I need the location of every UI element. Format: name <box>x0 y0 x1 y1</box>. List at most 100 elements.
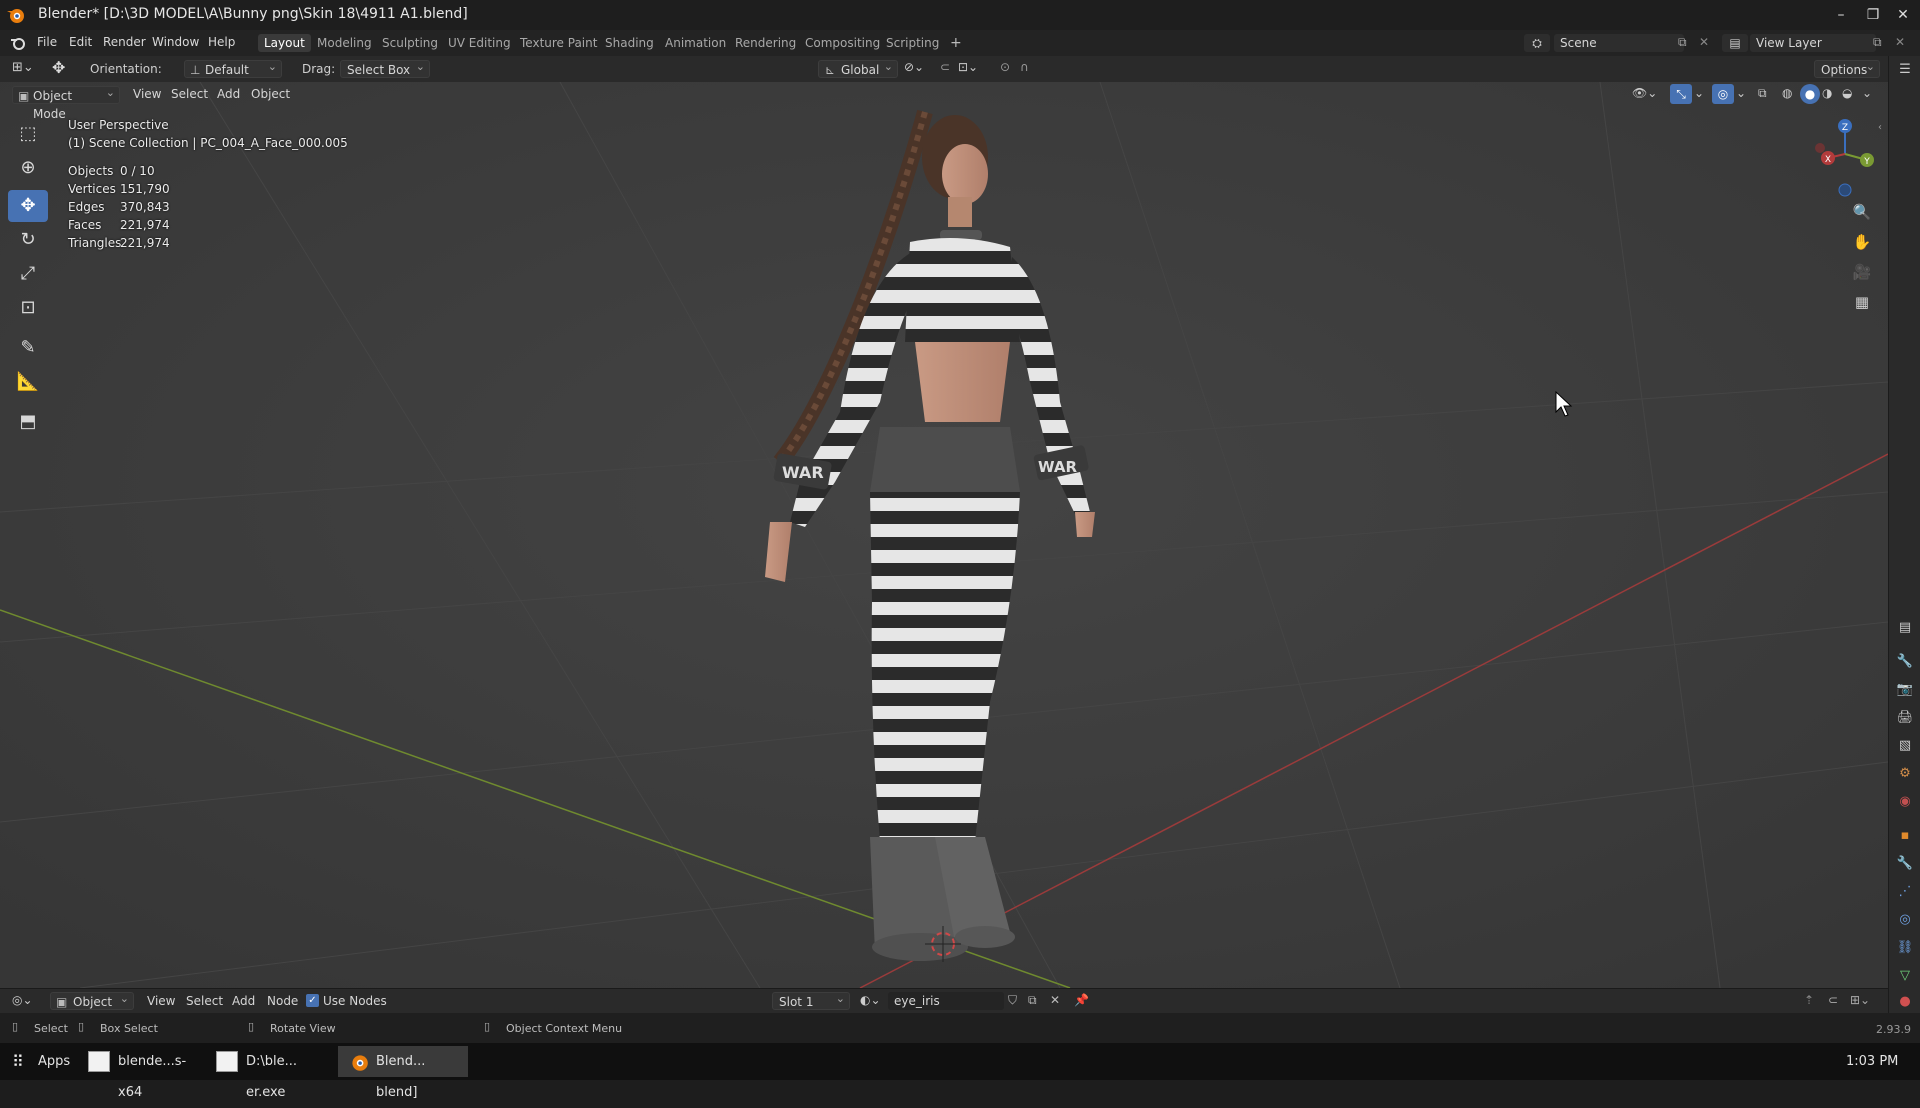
menu-edit[interactable]: Edit <box>69 35 92 49</box>
apps-grid-icon[interactable]: ⠿ <box>12 1052 24 1071</box>
delete-view-layer-icon[interactable]: ✕ <box>1895 35 1905 49</box>
editor-menu-add[interactable]: Add <box>232 994 255 1008</box>
tab-scripting[interactable]: Scripting <box>880 34 945 52</box>
pivot-point-icon[interactable]: ⊘⌄ <box>904 60 924 74</box>
editor-menu-node[interactable]: Node <box>267 994 298 1008</box>
unlink-material-icon[interactable]: ✕ <box>1050 993 1060 1007</box>
pan-hand-icon[interactable]: ✋ <box>1848 228 1876 256</box>
gizmo-dropdown-icon[interactable]: ⌄ <box>1694 86 1704 100</box>
sidebar-toggle-icon[interactable]: ‹ <box>1878 122 1882 133</box>
transform-orientation-dropdown[interactable]: ⊾ Global <box>818 58 898 78</box>
tab-layout[interactable]: Layout <box>258 34 311 52</box>
tab-modeling[interactable]: Modeling <box>311 34 378 52</box>
editor-menu-select[interactable]: Select <box>186 994 223 1008</box>
apps-label[interactable]: Apps <box>38 1054 70 1069</box>
add-workspace-button[interactable]: + <box>944 34 968 52</box>
material-preview-icon[interactable]: ◑ <box>1822 86 1832 100</box>
taskbar-item[interactable]: blende...s-x64 <box>80 1046 208 1100</box>
blender-menu-icon[interactable] <box>10 35 26 51</box>
snap-icon[interactable]: ⊂ <box>940 60 950 74</box>
snap-target-icon[interactable]: ⊡⌄ <box>958 60 978 74</box>
cursor-tool-icon[interactable]: ⊕ <box>8 152 48 184</box>
taskbar-item[interactable]: D:\ble... er.exe <box>208 1046 338 1100</box>
move-tool-button-icon[interactable]: ✥ <box>8 190 48 222</box>
material-name-field[interactable]: eye_iris <box>888 992 1004 1010</box>
pin-icon[interactable]: 📌 <box>1074 993 1089 1007</box>
overlay-toggle-icon[interactable]: ◎ <box>1712 84 1734 104</box>
navigation-gizmo[interactable]: Z Y X <box>1800 112 1876 202</box>
editor-type-icon[interactable]: ⊞⌄ <box>12 60 40 78</box>
wireframe-shading-icon[interactable]: ◍ <box>1782 86 1792 100</box>
parent-node-tree-icon[interactable]: ⇡ <box>1804 993 1814 1007</box>
delete-scene-icon[interactable]: ✕ <box>1699 35 1709 49</box>
orientation-dropdown[interactable]: ⊥ Default <box>184 58 282 78</box>
view-layer-properties-icon[interactable]: ▧ <box>1895 736 1915 756</box>
rotate-tool-icon[interactable]: ↻ <box>8 224 48 256</box>
scale-tool-icon[interactable]: ⤢ <box>8 258 48 290</box>
world-properties-icon[interactable]: ◉ <box>1895 792 1915 812</box>
transform-tool-icon[interactable]: ⊡ <box>8 292 48 324</box>
viewport-menu-object[interactable]: Object <box>251 87 290 101</box>
tool-properties-icon[interactable]: 🔧 <box>1895 652 1915 672</box>
camera-view-icon[interactable]: 🎥 <box>1848 258 1876 286</box>
view-layer-field[interactable]: View Layer <box>1750 34 1876 52</box>
rendered-shading-icon[interactable]: ◒ <box>1842 86 1852 100</box>
viewport-menu-view[interactable]: View <box>133 87 161 101</box>
material-properties-icon[interactable]: ● <box>1895 992 1915 1012</box>
annotate-tool-icon[interactable]: ✎ <box>8 332 48 364</box>
viewport-menu-select[interactable]: Select <box>171 87 208 101</box>
tab-uv-editing[interactable]: UV Editing <box>442 34 517 52</box>
menu-file[interactable]: File <box>37 35 57 49</box>
drag-dropdown[interactable]: Select Box <box>340 58 430 78</box>
tab-sculpting[interactable]: Sculpting <box>376 34 444 52</box>
view-layer-selector-icon[interactable]: ▤ <box>1722 34 1748 52</box>
properties-editor-icon[interactable]: ▤ <box>1895 618 1915 638</box>
menu-help[interactable]: Help <box>208 35 235 49</box>
object-properties-icon[interactable]: ▪ <box>1895 826 1915 846</box>
node-snap-target-icon[interactable]: ⊞⌄ <box>1850 993 1870 1007</box>
object-mode-dropdown[interactable]: ▣ Object Mode <box>12 84 120 121</box>
tab-shading[interactable]: Shading <box>599 34 660 52</box>
node-editor-type-icon[interactable]: ◎⌄ <box>12 993 33 1007</box>
use-nodes-checkbox[interactable]: ✓ <box>306 994 319 1007</box>
material-slot-dropdown[interactable]: Slot 1 <box>772 990 850 1010</box>
scene-selector-icon[interactable]: ⛭ <box>1524 34 1550 52</box>
close-button[interactable]: ✕ <box>1888 4 1918 26</box>
falloff-icon[interactable]: ∩ <box>1020 60 1029 74</box>
menu-window[interactable]: Window <box>152 35 199 49</box>
taskbar-item-active[interactable]: Blend... blend] <box>338 1046 468 1100</box>
minimize-button[interactable]: – <box>1826 4 1856 26</box>
object-data-properties-icon[interactable]: ▽ <box>1895 966 1915 986</box>
zoom-icon[interactable]: 🔍 <box>1848 198 1876 226</box>
shader-type-dropdown[interactable]: ▣ Object <box>50 990 134 1010</box>
select-box-tool-icon[interactable]: ⬚ <box>8 118 48 150</box>
proportional-edit-icon[interactable]: ⊙ <box>1000 60 1010 74</box>
duplicate-material-icon[interactable]: ⧉ <box>1028 993 1037 1008</box>
gizmo-toggle-icon[interactable]: ⤡ <box>1670 84 1692 104</box>
solid-shading-icon[interactable]: ● <box>1800 84 1820 104</box>
material-browse-icon[interactable]: ◐⌄ <box>860 993 881 1007</box>
tab-texture-paint[interactable]: Texture Paint <box>514 34 603 52</box>
maximize-button[interactable]: ❐ <box>1858 4 1888 26</box>
output-properties-icon[interactable]: 🖨 <box>1895 708 1915 728</box>
orthographic-grid-icon[interactable]: ▦ <box>1848 288 1876 316</box>
node-snap-icon[interactable]: ⊂ <box>1828 993 1838 1007</box>
render-properties-icon[interactable]: 📷 <box>1895 680 1915 700</box>
outliner-toggle-icon[interactable]: ☰ <box>1895 60 1915 80</box>
tab-animation[interactable]: Animation <box>659 34 732 52</box>
add-cube-tool-icon[interactable]: ⬒ <box>8 406 48 438</box>
overlay-dropdown-icon[interactable]: ⌄ <box>1736 86 1746 100</box>
constraints-properties-icon[interactable]: ⛓ <box>1895 938 1915 958</box>
new-view-layer-icon[interactable]: ⧉ <box>1873 35 1882 50</box>
editor-menu-view[interactable]: View <box>147 994 175 1008</box>
menu-render[interactable]: Render <box>103 35 146 49</box>
scene-name-field[interactable]: Scene <box>1554 34 1684 52</box>
tab-compositing[interactable]: Compositing <box>799 34 886 52</box>
physics-properties-icon[interactable]: ◎ <box>1895 910 1915 930</box>
particles-properties-icon[interactable]: ⋰ <box>1895 882 1915 902</box>
options-dropdown[interactable]: Options <box>1814 58 1880 78</box>
shading-dropdown-icon[interactable]: ⌄ <box>1862 86 1872 100</box>
fake-user-icon[interactable]: ⛉ <box>1008 993 1017 1008</box>
viewport-menu-add[interactable]: Add <box>217 87 240 101</box>
scene-properties-icon[interactable]: ⚙ <box>1895 764 1915 784</box>
